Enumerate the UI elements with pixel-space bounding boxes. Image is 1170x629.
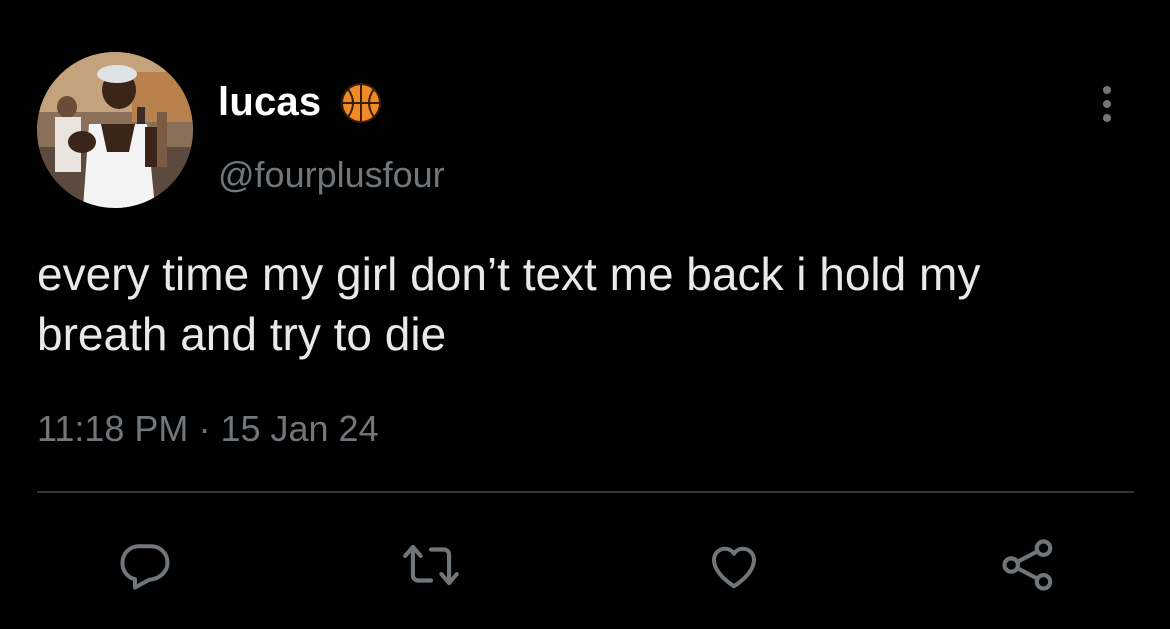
retweet-icon [403, 544, 459, 586]
share-icon [1002, 539, 1053, 591]
timestamp-separator: · [198, 408, 211, 449]
tweet-time: 11:18 PM [37, 408, 189, 449]
heart-icon [712, 546, 756, 589]
like-button[interactable] [699, 530, 769, 600]
share-button[interactable] [993, 530, 1063, 600]
tweet-card: lucas @fourplusfour every time my girl d… [0, 0, 1170, 629]
comment-icon [120, 544, 170, 590]
basketball-icon [341, 83, 381, 123]
avatar[interactable] [37, 52, 193, 208]
display-name[interactable]: lucas [218, 80, 321, 125]
reply-button[interactable] [110, 530, 180, 600]
tweet-text: every time my girl don’t text me back i … [37, 248, 981, 360]
tweet-date: 15 Jan 24 [220, 408, 379, 449]
retweet-button[interactable] [396, 530, 466, 600]
user-handle[interactable]: @fourplusfour [218, 154, 445, 196]
more-options-icon[interactable] [1093, 82, 1121, 126]
avatar-photo [37, 52, 193, 208]
divider [37, 491, 1134, 493]
tweet-timestamp[interactable]: 11:18 PM · 15 Jan 24 [37, 408, 379, 450]
